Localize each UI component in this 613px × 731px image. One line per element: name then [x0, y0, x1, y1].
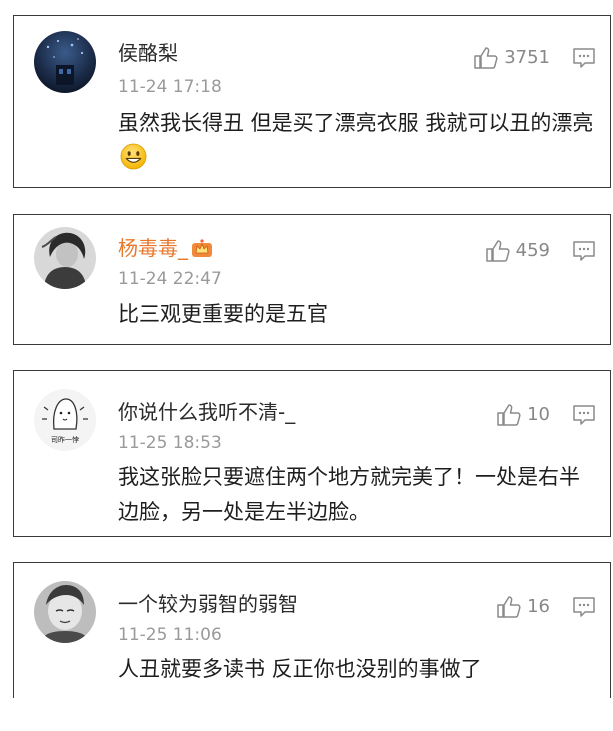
comment-card: 杨毒毒_ 11-24 22:47 459 比三观更重要的是五官: [13, 214, 611, 345]
avatar-image: [34, 31, 96, 93]
comment-actions: 10: [496, 403, 596, 427]
thumbs-up-icon: [497, 596, 521, 618]
like-count: 16: [527, 596, 550, 617]
username[interactable]: 你说什么我听不清-_: [118, 399, 295, 425]
username[interactable]: 侯酪梨: [118, 40, 178, 66]
like-button[interactable]: 3751: [473, 46, 550, 70]
comment-text: 人丑就要多读书 反正你也没别的事做了: [118, 657, 482, 681]
avatar-image: [34, 227, 96, 289]
comment-card: 侯酪梨 11-24 17:18 3751 虽然我长得丑 但是买了漂亮衣服 我就可…: [13, 15, 611, 188]
grinning-face-icon: [120, 143, 147, 170]
reply-button[interactable]: [572, 404, 596, 426]
comment-text: 比三观更重要的是五官: [118, 302, 328, 326]
comment-icon: [573, 241, 595, 261]
comment-icon: [573, 48, 595, 68]
comment-text: 我这张脸只要遮住两个地方就完美了！一处是右半边脸，另一处是左半边脸。: [118, 465, 580, 524]
thumbs-up-icon: [485, 240, 510, 262]
comment-actions: 3751: [473, 46, 596, 70]
timestamp: 11-25 11:06: [118, 625, 222, 645]
avatar[interactable]: 司昨一悖: [34, 389, 96, 451]
comment-actions: 459: [485, 239, 596, 263]
timestamp: 11-24 17:18: [118, 77, 222, 97]
like-button[interactable]: 10: [496, 403, 550, 427]
like-button[interactable]: 16: [496, 595, 550, 619]
reply-button[interactable]: [572, 47, 596, 69]
username[interactable]: 杨毒毒_: [118, 235, 213, 261]
thumbs-up-icon: [497, 404, 521, 426]
comment-card: 司昨一悖 你说什么我听不清-_ 11-25 18:53 10 我这张脸只要遮住两…: [13, 370, 611, 537]
comment-text-content: 虽然我长得丑 但是买了漂亮衣服 我就可以丑的漂亮: [118, 111, 594, 135]
avatar-image: 司昨一悖: [34, 389, 96, 451]
comment-icon: [573, 405, 595, 425]
avatar-image: [34, 581, 96, 643]
timestamp: 11-25 18:53: [118, 433, 222, 453]
avatar[interactable]: [34, 31, 96, 93]
comment-icon: [573, 597, 595, 617]
reply-button[interactable]: [572, 240, 596, 262]
avatar-caption: 司昨一悖: [51, 435, 79, 444]
username-text: 杨毒毒_: [118, 236, 188, 260]
like-count: 3751: [504, 47, 550, 68]
avatar[interactable]: [34, 581, 96, 643]
reply-button[interactable]: [572, 596, 596, 618]
username[interactable]: 一个较为弱智的弱智: [118, 591, 298, 617]
like-count: 459: [515, 240, 550, 261]
comment-text: 虽然我长得丑 但是买了漂亮衣服 我就可以丑的漂亮: [118, 106, 598, 176]
comment-card: 一个较为弱智的弱智 11-25 11:06 16 人丑就要多读书 反正你也没别的…: [13, 562, 611, 698]
comment-actions: 16: [496, 595, 596, 619]
like-count: 10: [527, 404, 550, 425]
thumbs-up-icon: [474, 47, 498, 69]
timestamp: 11-24 22:47: [118, 269, 222, 289]
crown-badge-icon: [192, 239, 212, 257]
avatar[interactable]: [34, 227, 96, 289]
like-button[interactable]: 459: [485, 239, 550, 263]
